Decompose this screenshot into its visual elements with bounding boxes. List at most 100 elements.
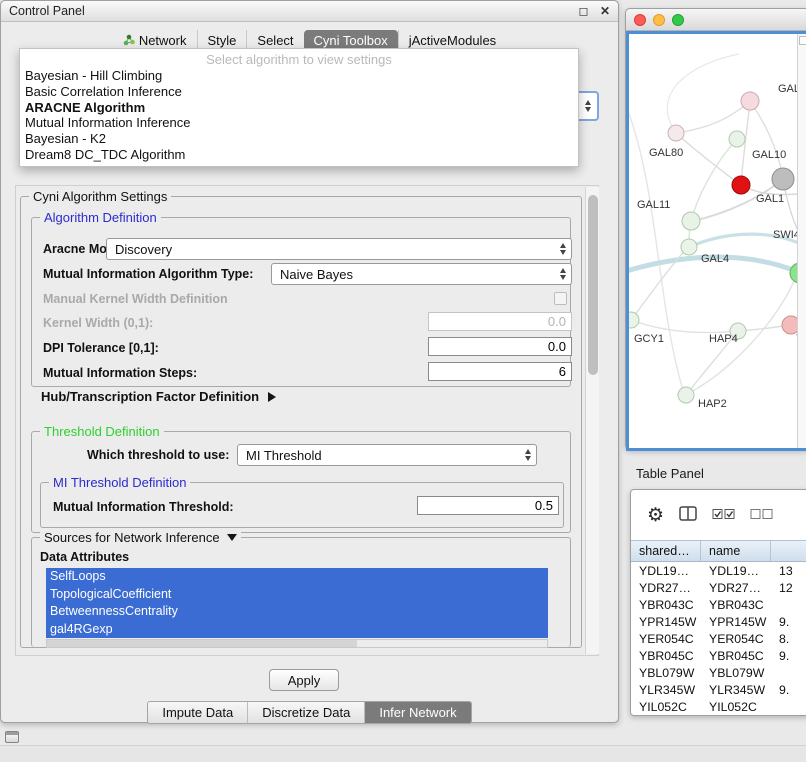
dropdown-item-aracne-algorithm[interactable]: ARACNE Algorithm xyxy=(20,100,578,116)
table-cell: YDL19… xyxy=(701,564,771,578)
hub-section-toggle[interactable]: Hub/Transcription Factor Definition xyxy=(41,389,276,404)
attribute-item-selfloops[interactable]: SelfLoops xyxy=(46,568,548,586)
bottom-tab-group: Impute DataDiscretize DataInfer Network xyxy=(147,701,471,724)
tab-impute-data[interactable]: Impute Data xyxy=(148,702,247,723)
network-node[interactable] xyxy=(678,387,694,403)
dropdown-item-bayesian-hill-climbing[interactable]: Bayesian - Hill Climbing xyxy=(20,68,578,84)
mi-type-combo[interactable]: Naive Bayes xyxy=(271,263,572,285)
table-cell: YIL052C xyxy=(701,700,771,714)
table-cell: YER054C xyxy=(701,632,771,646)
node-label: HAP2 xyxy=(698,398,727,410)
table-row[interactable]: YPR145WYPR145W9. xyxy=(631,613,806,630)
dropdown-item-bayesian-k2[interactable]: Bayesian - K2 xyxy=(20,131,578,147)
apply-button[interactable]: Apply xyxy=(269,669,339,691)
table-row[interactable]: YBL079WYBL079W xyxy=(631,665,806,682)
network-node[interactable] xyxy=(772,168,794,190)
sources-legend[interactable]: Sources for Network Inference xyxy=(40,530,241,545)
mi-type-label: Mutual Information Algorithm Type: xyxy=(43,267,253,281)
dpi-tolerance-label: DPI Tolerance [0,1]: xyxy=(43,341,159,355)
network-node[interactable] xyxy=(782,316,797,334)
table-row[interactable]: YER054CYER054C8. xyxy=(631,630,806,647)
collapsed-window-icon[interactable] xyxy=(5,731,19,743)
threshold-definition-group: Threshold Definition Which threshold to … xyxy=(31,431,571,533)
settings-gear-icon[interactable]: ⚙ xyxy=(647,506,664,525)
table-cell: YBR043C xyxy=(701,598,771,612)
tab-infer-network[interactable]: Infer Network xyxy=(364,702,470,723)
zoom-traffic-light-icon[interactable] xyxy=(672,14,684,26)
network-titlebar[interactable] xyxy=(626,9,806,31)
table-panel-title: Table Panel xyxy=(636,466,704,481)
node-label: GAL10 xyxy=(752,149,786,161)
column-manager-icon[interactable] xyxy=(679,506,697,524)
scrollbar-thumb[interactable] xyxy=(47,640,357,647)
mi-threshold-field[interactable] xyxy=(417,496,559,515)
node-label: GCY1 xyxy=(634,333,664,345)
minimize-traffic-light-icon[interactable] xyxy=(653,14,665,26)
float-window-icon[interactable]: ◻ xyxy=(578,4,588,18)
settings-scrollbar[interactable] xyxy=(585,187,599,654)
network-scrollbar[interactable] xyxy=(797,34,806,448)
table-cell: YLR345W xyxy=(631,683,701,697)
attribute-item-betweennesscentrality[interactable]: BetweennessCentrality xyxy=(46,603,548,621)
dropdown-item-dream8-dc-tdc-algorithm[interactable]: Dream8 DC_TDC Algorithm xyxy=(20,147,578,163)
algorithm-combo-button[interactable] xyxy=(579,91,599,121)
network-node[interactable] xyxy=(729,131,745,147)
column-header-2[interactable]: name xyxy=(701,541,771,561)
table-row[interactable]: YBR045CYBR045C9. xyxy=(631,647,806,664)
tab-label: Cyni Toolbox xyxy=(314,33,388,48)
table-row[interactable]: YIL052CYIL052C xyxy=(631,699,806,715)
sources-group: Sources for Network Inference Data Attri… xyxy=(31,537,571,647)
scrollbar-arrow-icon[interactable] xyxy=(799,36,806,45)
close-traffic-light-icon[interactable] xyxy=(634,14,646,26)
network-node[interactable] xyxy=(629,312,639,328)
bottom-panel-area xyxy=(0,745,806,762)
table-cell: YBR043C xyxy=(631,598,701,612)
combo-arrows-icon xyxy=(525,449,531,461)
settings-scroll-pane: Cyni Algorithm Settings Algorithm Defini… xyxy=(15,185,599,656)
table-row[interactable]: YDR27…YDR27…12 xyxy=(631,579,806,596)
table-row[interactable]: YDL19…YDL19…13 xyxy=(631,562,806,579)
combo-arrows-icon xyxy=(560,268,566,280)
network-node[interactable] xyxy=(682,212,700,230)
control-panel-titlebar[interactable]: Control Panel ◻ ✕ xyxy=(1,1,618,22)
algorithm-dropdown: Select algorithm to view settingsBayesia… xyxy=(19,48,579,167)
algorithm-definition-legend: Algorithm Definition xyxy=(40,210,161,225)
mi-steps-field[interactable] xyxy=(428,362,572,381)
column-header-3[interactable] xyxy=(771,541,806,561)
node-label: GAL80 xyxy=(649,147,683,159)
network-edge xyxy=(750,101,783,179)
attributes-horizontal-scrollbar[interactable] xyxy=(46,639,548,648)
node-label: GAL8 xyxy=(778,83,797,95)
table-cell: YBR045C xyxy=(631,649,701,663)
threshold-definition-legend: Threshold Definition xyxy=(40,424,164,439)
which-threshold-combo[interactable]: MI Threshold xyxy=(237,444,537,466)
window-buttons: ◻ ✕ xyxy=(570,4,610,18)
combo-up-arrow-icon xyxy=(585,100,591,105)
close-window-icon[interactable]: ✕ xyxy=(600,4,610,18)
data-attributes-label: Data Attributes xyxy=(40,550,129,564)
network-node[interactable] xyxy=(681,239,697,255)
table-row[interactable]: YLR345WYLR345W9. xyxy=(631,682,806,699)
attribute-item-gal4rgexp[interactable]: gal4RGexp xyxy=(46,621,548,639)
network-canvas[interactable]: GAL8GAL80GAL10GAL1GAL11SWI4GAL4GCY1HAP4Y… xyxy=(626,31,806,451)
table-header: shared…name xyxy=(631,540,806,562)
dropdown-item-basic-correlation-inference[interactable]: Basic Correlation Inference xyxy=(20,84,578,100)
table-row[interactable]: YBR043CYBR043C xyxy=(631,596,806,613)
aracne-mode-combo[interactable]: Discovery xyxy=(106,238,572,260)
column-header-1[interactable]: shared… xyxy=(631,541,701,561)
network-node[interactable] xyxy=(668,125,684,141)
mi-threshold-label: Mutual Information Threshold: xyxy=(53,500,234,514)
select-columns-icon[interactable] xyxy=(712,508,735,523)
dpi-tolerance-field[interactable] xyxy=(428,337,572,356)
algorithm-definition-group: Algorithm Definition Aracne Mode: Discov… xyxy=(31,217,571,387)
network-node[interactable] xyxy=(790,263,797,283)
scrollbar-thumb[interactable] xyxy=(588,195,598,375)
table-cell: YBL079W xyxy=(701,666,771,680)
deselect-columns-icon[interactable] xyxy=(750,508,773,523)
network-node[interactable] xyxy=(741,92,759,110)
tab-discretize-data[interactable]: Discretize Data xyxy=(247,702,364,723)
cyni-algorithm-settings-group: Cyni Algorithm Settings Algorithm Defini… xyxy=(20,196,582,648)
attribute-item-topologicalcoefficient[interactable]: TopologicalCoefficient xyxy=(46,586,548,604)
dropdown-item-mutual-information-inference[interactable]: Mutual Information Inference xyxy=(20,115,578,131)
network-node[interactable] xyxy=(732,176,750,194)
